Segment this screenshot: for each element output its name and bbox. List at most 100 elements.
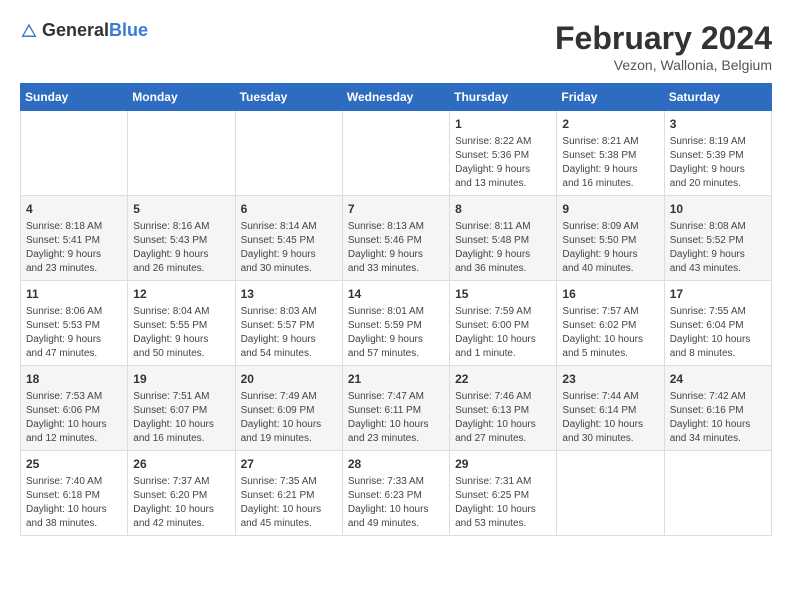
day-info: Sunrise: 8:11 AM Sunset: 5:48 PM Dayligh… <box>455 220 551 276</box>
day-info: Sunrise: 8:18 AM Sunset: 5:41 PM Dayligh… <box>26 220 122 276</box>
calendar-cell: 21 Sunrise: 7:47 AM Sunset: 6:11 PM Dayli… <box>342 366 449 451</box>
day-number: 29 <box>455 455 551 473</box>
day-info: Sunrise: 8:03 AM Sunset: 5:57 PM Dayligh… <box>241 305 337 361</box>
day-info: Sunrise: 7:53 AM Sunset: 6:06 PM Dayligh… <box>26 390 122 446</box>
calendar-cell <box>342 111 449 196</box>
day-info: Sunrise: 8:21 AM Sunset: 5:38 PM Dayligh… <box>562 135 658 191</box>
week-row-4: 25Sunrise: 7:40 AM Sunset: 6:18 PM Dayli… <box>21 451 772 536</box>
day-number: 12 <box>133 285 229 303</box>
week-row-0: 1 Sunrise: 8:22 AM Sunset: 5:36 PM Daylig… <box>21 111 772 196</box>
calendar-cell: 3 Sunrise: 8:19 AM Sunset: 5:39 PM Daylig… <box>664 111 771 196</box>
calendar-cell: 11 Sunrise: 8:06 AM Sunset: 5:53 PM Dayli… <box>21 281 128 366</box>
calendar-cell: 7 Sunrise: 8:13 AM Sunset: 5:46 PM Daylig… <box>342 196 449 281</box>
day-number: 3 <box>670 115 766 133</box>
col-tuesday: Tuesday <box>235 84 342 111</box>
day-info: Sunrise: 7:55 AM Sunset: 6:04 PM Dayligh… <box>670 305 766 361</box>
calendar-body: 1 Sunrise: 8:22 AM Sunset: 5:36 PM Daylig… <box>21 111 772 536</box>
calendar-cell: 20 Sunrise: 7:49 AM Sunset: 6:09 PM Dayli… <box>235 366 342 451</box>
day-number: 14 <box>348 285 444 303</box>
day-info: Sunrise: 7:44 AM Sunset: 6:14 PM Dayligh… <box>562 390 658 446</box>
logo-general-text: General <box>42 20 109 40</box>
day-number: 7 <box>348 200 444 218</box>
day-info: Sunrise: 7:35 AM Sunset: 6:21 PM Dayligh… <box>241 475 337 531</box>
day-number: 27 <box>241 455 337 473</box>
day-number: 23 <box>562 370 658 388</box>
header-row: Sunday Monday Tuesday Wednesday Thursday… <box>21 84 772 111</box>
day-info: Sunrise: 8:16 AM Sunset: 5:43 PM Dayligh… <box>133 220 229 276</box>
col-monday: Monday <box>128 84 235 111</box>
week-row-3: 18 Sunrise: 7:53 AM Sunset: 6:06 PM Dayli… <box>21 366 772 451</box>
day-number: 21 <box>348 370 444 388</box>
day-number: 5 <box>133 200 229 218</box>
day-info: Sunrise: 8:01 AM Sunset: 5:59 PM Dayligh… <box>348 305 444 361</box>
calendar-cell <box>557 451 664 536</box>
calendar-cell <box>128 111 235 196</box>
col-saturday: Saturday <box>664 84 771 111</box>
calendar-cell: 4 Sunrise: 8:18 AM Sunset: 5:41 PM Daylig… <box>21 196 128 281</box>
day-number: 8 <box>455 200 551 218</box>
calendar-cell: 8 Sunrise: 8:11 AM Sunset: 5:48 PM Daylig… <box>450 196 557 281</box>
day-info: Sunrise: 7:47 AM Sunset: 6:11 PM Dayligh… <box>348 390 444 446</box>
day-number: 19 <box>133 370 229 388</box>
day-info: Sunrise: 7:46 AM Sunset: 6:13 PM Dayligh… <box>455 390 551 446</box>
day-info: Sunrise: 7:51 AM Sunset: 6:07 PM Dayligh… <box>133 390 229 446</box>
day-info: Sunrise: 8:06 AM Sunset: 5:53 PM Dayligh… <box>26 305 122 361</box>
day-info: Sunrise: 8:13 AM Sunset: 5:46 PM Dayligh… <box>348 220 444 276</box>
month-title: February 2024 <box>555 20 772 57</box>
day-info: Sunrise: 7:42 AM Sunset: 6:16 PM Dayligh… <box>670 390 766 446</box>
calendar-cell: 5 Sunrise: 8:16 AM Sunset: 5:43 PM Daylig… <box>128 196 235 281</box>
calendar-cell: 17 Sunrise: 7:55 AM Sunset: 6:04 PM Dayli… <box>664 281 771 366</box>
day-number: 20 <box>241 370 337 388</box>
calendar-cell: 24Sunrise: 7:42 AM Sunset: 6:16 PM Dayli… <box>664 366 771 451</box>
col-wednesday: Wednesday <box>342 84 449 111</box>
col-thursday: Thursday <box>450 84 557 111</box>
calendar-cell: 23 Sunrise: 7:44 AM Sunset: 6:14 PM Dayli… <box>557 366 664 451</box>
day-number: 25 <box>26 455 122 473</box>
col-sunday: Sunday <box>21 84 128 111</box>
week-row-1: 4 Sunrise: 8:18 AM Sunset: 5:41 PM Daylig… <box>21 196 772 281</box>
calendar-cell: 22 Sunrise: 7:46 AM Sunset: 6:13 PM Dayli… <box>450 366 557 451</box>
calendar-table: Sunday Monday Tuesday Wednesday Thursday… <box>20 83 772 536</box>
page-header: GeneralBlue February 2024 Vezon, Walloni… <box>20 20 772 73</box>
day-number: 9 <box>562 200 658 218</box>
day-info: Sunrise: 7:57 AM Sunset: 6:02 PM Dayligh… <box>562 305 658 361</box>
day-info: Sunrise: 7:49 AM Sunset: 6:09 PM Dayligh… <box>241 390 337 446</box>
day-number: 6 <box>241 200 337 218</box>
day-info: Sunrise: 8:04 AM Sunset: 5:55 PM Dayligh… <box>133 305 229 361</box>
day-number: 2 <box>562 115 658 133</box>
calendar-cell: 26Sunrise: 7:37 AM Sunset: 6:20 PM Dayli… <box>128 451 235 536</box>
week-row-2: 11 Sunrise: 8:06 AM Sunset: 5:53 PM Dayli… <box>21 281 772 366</box>
day-info: Sunrise: 8:19 AM Sunset: 5:39 PM Dayligh… <box>670 135 766 191</box>
location-subtitle: Vezon, Wallonia, Belgium <box>555 57 772 73</box>
day-info: Sunrise: 8:22 AM Sunset: 5:36 PM Dayligh… <box>455 135 551 191</box>
calendar-cell: 12 Sunrise: 8:04 AM Sunset: 5:55 PM Dayli… <box>128 281 235 366</box>
day-number: 11 <box>26 285 122 303</box>
title-block: February 2024 Vezon, Wallonia, Belgium <box>555 20 772 73</box>
day-info: Sunrise: 8:08 AM Sunset: 5:52 PM Dayligh… <box>670 220 766 276</box>
day-number: 1 <box>455 115 551 133</box>
day-info: Sunrise: 7:59 AM Sunset: 6:00 PM Dayligh… <box>455 305 551 361</box>
calendar-cell: 9 Sunrise: 8:09 AM Sunset: 5:50 PM Daylig… <box>557 196 664 281</box>
day-number: 13 <box>241 285 337 303</box>
day-number: 4 <box>26 200 122 218</box>
calendar-cell: 18 Sunrise: 7:53 AM Sunset: 6:06 PM Dayli… <box>21 366 128 451</box>
calendar-cell <box>664 451 771 536</box>
calendar-cell: 15 Sunrise: 7:59 AM Sunset: 6:00 PM Dayli… <box>450 281 557 366</box>
calendar-cell: 10 Sunrise: 8:08 AM Sunset: 5:52 PM Dayli… <box>664 196 771 281</box>
day-number: 28 <box>348 455 444 473</box>
day-number: 16 <box>562 285 658 303</box>
logo: GeneralBlue <box>20 20 148 41</box>
calendar-cell: 27 Sunrise: 7:35 AM Sunset: 6:21 PM Dayli… <box>235 451 342 536</box>
day-number: 22 <box>455 370 551 388</box>
day-info: Sunrise: 8:09 AM Sunset: 5:50 PM Dayligh… <box>562 220 658 276</box>
logo-blue-text: Blue <box>109 20 148 40</box>
day-number: 10 <box>670 200 766 218</box>
day-number: 17 <box>670 285 766 303</box>
day-number: 18 <box>26 370 122 388</box>
calendar-cell: 16 Sunrise: 7:57 AM Sunset: 6:02 PM Dayli… <box>557 281 664 366</box>
calendar-cell: 19 Sunrise: 7:51 AM Sunset: 6:07 PM Dayli… <box>128 366 235 451</box>
calendar-cell: 6Sunrise: 8:14 AM Sunset: 5:45 PM Daylig… <box>235 196 342 281</box>
day-info: Sunrise: 7:33 AM Sunset: 6:23 PM Dayligh… <box>348 475 444 531</box>
day-info: Sunrise: 7:31 AM Sunset: 6:25 PM Dayligh… <box>455 475 551 531</box>
day-number: 15 <box>455 285 551 303</box>
